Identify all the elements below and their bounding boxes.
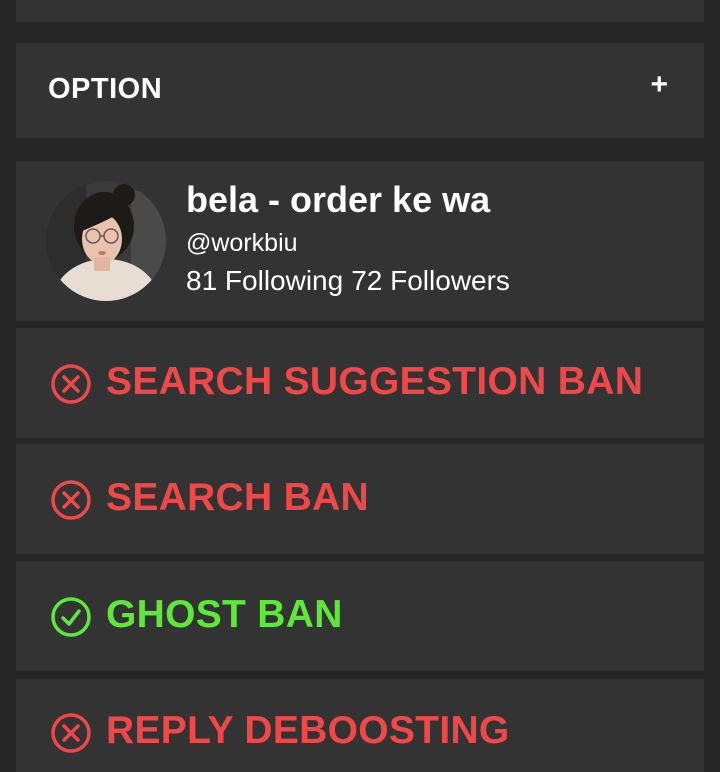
check-label: REPLY DEBOOSTING [106, 709, 510, 752]
check-label: SEARCH SUGGESTION BAN [106, 360, 644, 403]
x-circle-icon [51, 713, 91, 753]
follow-stats: 81 Following 72 Followers [186, 265, 510, 297]
check-row-search-suggestion-ban: SEARCH SUGGESTION BAN [16, 328, 704, 438]
check-row-reply-deboosting: REPLY DEBOOSTING [16, 679, 704, 772]
profile-card: bela - order ke wa @workbiu 81 Following… [16, 161, 704, 321]
check-row-search-ban: SEARCH BAN [16, 444, 704, 554]
following-count: 81 Following [186, 265, 344, 296]
check-circle-icon [51, 597, 91, 637]
check-row-ghost-ban: GHOST BAN [16, 561, 704, 671]
check-label: SEARCH BAN [106, 476, 370, 519]
option-bar[interactable]: OPTION + [16, 43, 704, 138]
x-circle-icon [51, 364, 91, 404]
username-handle: @workbiu [186, 229, 298, 257]
x-circle-icon [51, 480, 91, 520]
expand-plus-icon[interactable]: + [650, 70, 668, 100]
check-label: GHOST BAN [106, 593, 343, 636]
display-name: bela - order ke wa [186, 179, 491, 220]
option-label: OPTION [48, 73, 163, 105]
page: OPTION + bela - order ke wa @workbiu 81 … [0, 0, 720, 772]
previous-card-edge [16, 0, 704, 22]
followers-count: 72 Followers [351, 265, 510, 296]
avatar [46, 181, 166, 301]
